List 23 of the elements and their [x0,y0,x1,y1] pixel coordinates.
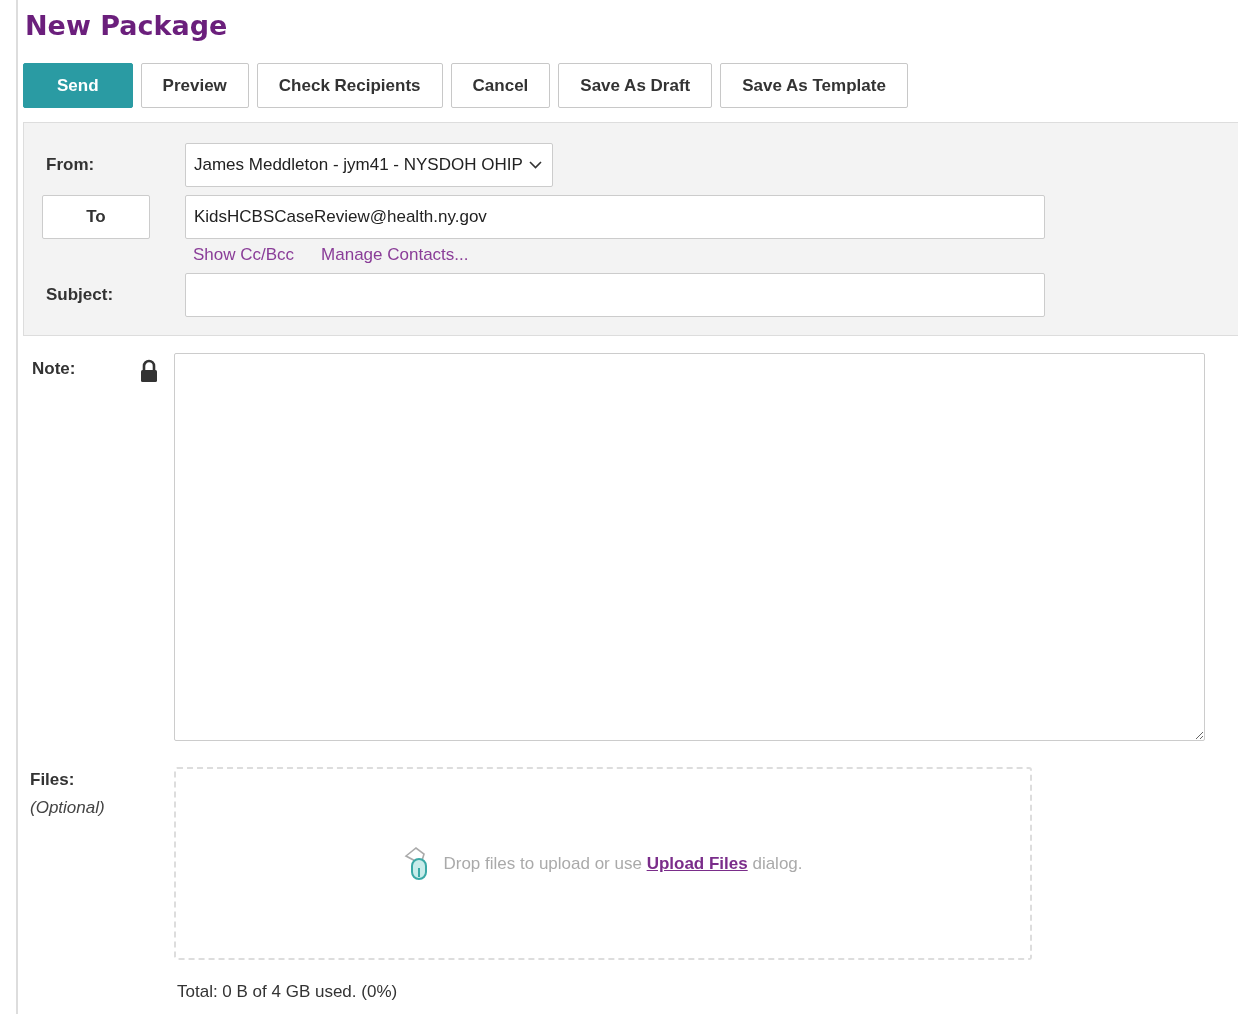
toolbar-button[interactable]: Save As Template [720,63,908,108]
subject-field[interactable] [185,273,1045,317]
drop-zone[interactable]: Drop files to upload or use Upload Files dialog. [174,767,1032,960]
files-label: Files: [30,770,76,790]
field-label: From: [45,155,96,175]
link[interactable]: Manage Contacts... [321,245,469,265]
toolbar-button[interactable]: Preview [140,63,249,108]
optional-hint: (Optional) [30,798,106,818]
drop-instructions: Drop files to upload or use Upload Files dialog. [443,853,803,874]
field-label: Subject: [45,285,115,305]
note-label: Note: [32,359,76,379]
toolbar-button[interactable]: Cancel [450,63,551,108]
note-field[interactable] [174,353,1205,741]
chevron-down-icon [528,161,542,169]
from-dropdown[interactable]: James Meddleton - jym41 - NYSDOH OHIP [185,143,553,187]
to-field[interactable]: KidsHCBSCaseReview@health.ny.gov [185,195,1045,239]
toolbar-button[interactable]: Save As Draft [558,63,713,108]
upload-files-link[interactable]: Upload Files [646,853,748,873]
to-button[interactable]: To [42,195,150,239]
page-title: New Package [24,9,229,43]
toolbar-button[interactable]: Check Recipients [256,63,443,108]
storage-total: Total: 0 B of 4 GB used. (0%) [176,982,399,1002]
link[interactable]: Show Cc/Bcc [193,245,295,265]
